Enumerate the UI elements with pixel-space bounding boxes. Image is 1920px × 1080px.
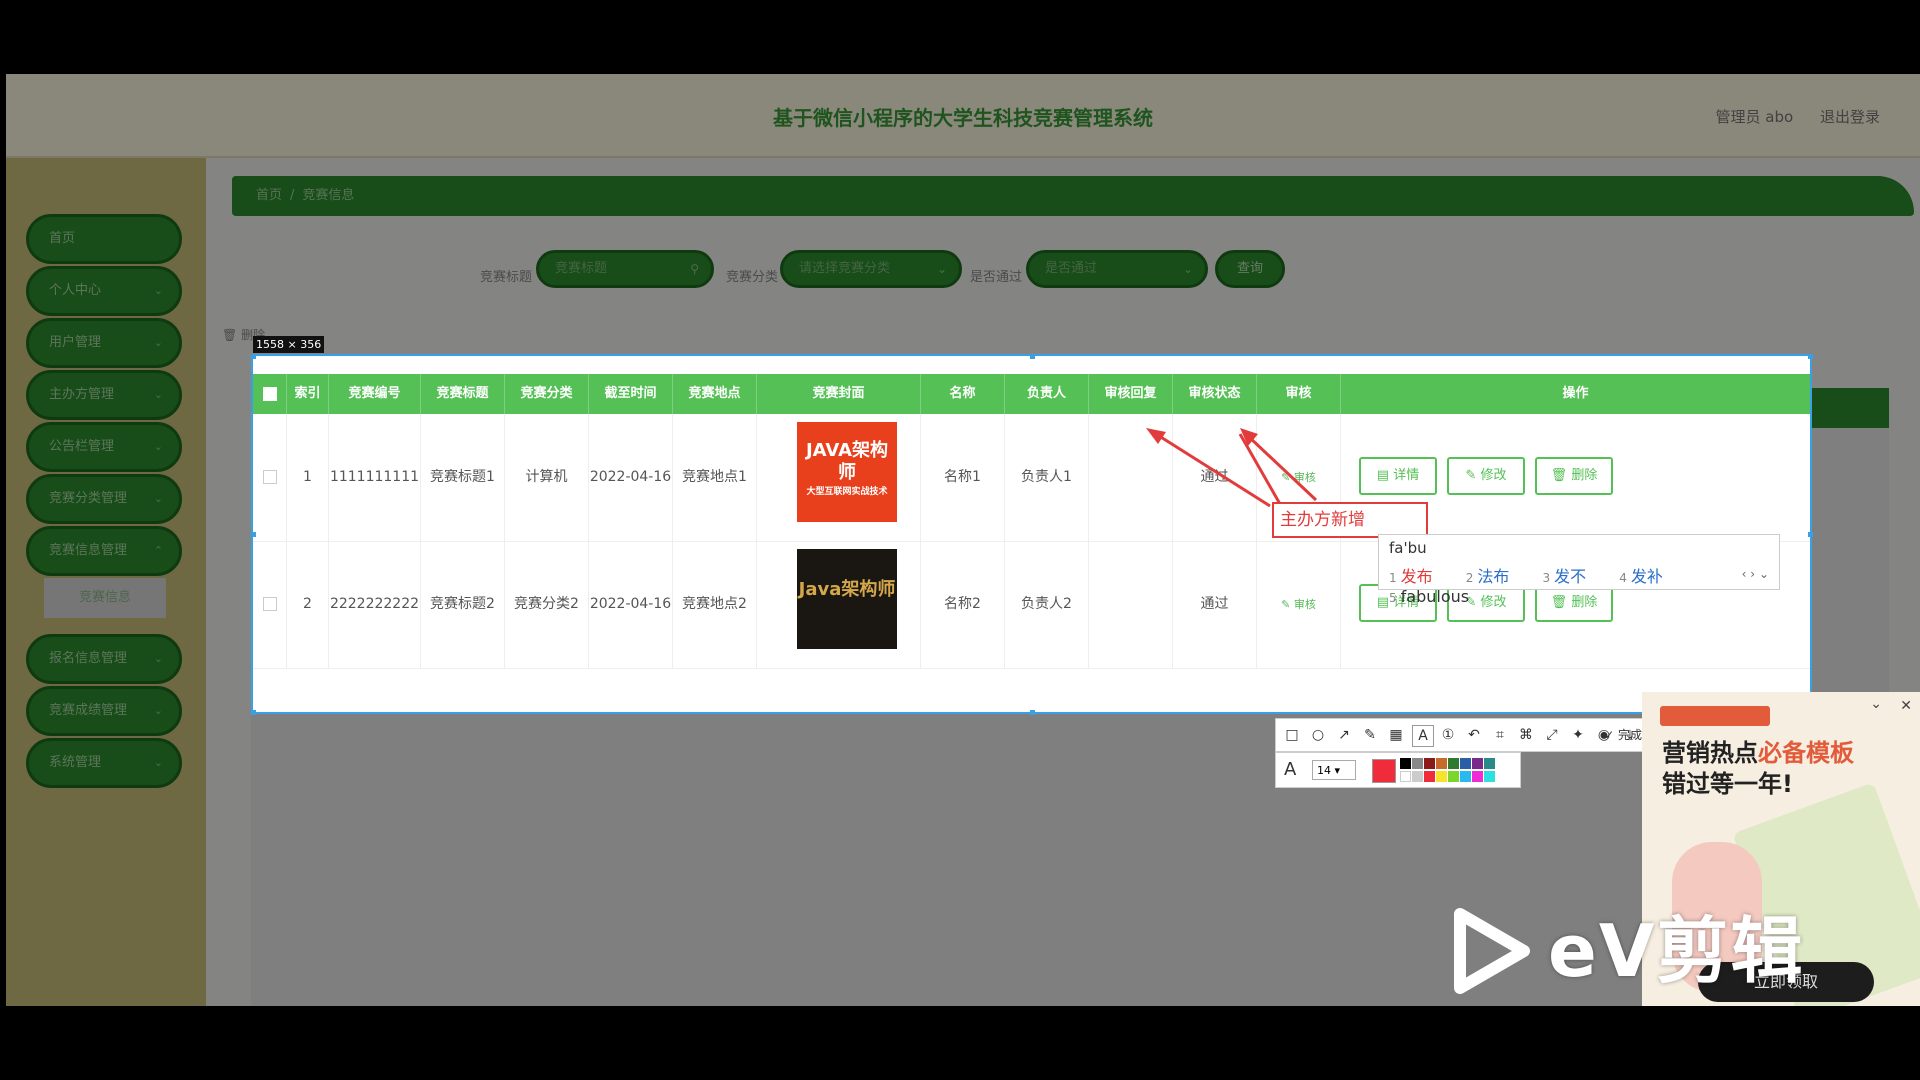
ad-badge: [1660, 706, 1770, 726]
color-swatch[interactable]: [1412, 771, 1423, 782]
ime-candidate[interactable]: 3 发不: [1543, 567, 1601, 586]
edit-icon: ✎: [1281, 598, 1294, 611]
text-style-toolbar: A 14 ▾: [1275, 752, 1521, 788]
ime-candidate[interactable]: 2 法布: [1466, 567, 1524, 586]
document-icon: ▤: [1376, 468, 1394, 483]
color-swatch[interactable]: [1436, 771, 1447, 782]
annotation-text-box[interactable]: 主办方新增: [1272, 502, 1428, 538]
col-cover: 竞赛封面: [757, 374, 921, 414]
cover-image: JAVA架构师 大型互联网实战技术: [797, 422, 897, 522]
screenshot-toolbar: □ ○ ↗ ✎ ▦ A ① ↶ ⌗ ⌘ ⤢ ✦ ◉ ⤓ ▯ ⚑ ✕ ✓ 完成: [1275, 718, 1714, 752]
col-deadline: 截至时间: [589, 374, 673, 414]
cover-cell: JAVA架构师 大型互联网实战技术: [757, 414, 921, 541]
ime-candidates: 1 发布 2 法布 3 发不 4 发补 5 fabulous: [1389, 563, 1779, 606]
chevron-right-icon[interactable]: ›: [1750, 567, 1755, 581]
annotation-arrow: [1240, 428, 1318, 502]
chevron-down-icon[interactable]: ⌄: [1870, 696, 1882, 712]
ime-candidate[interactable]: 4 发补: [1619, 567, 1677, 586]
color-swatch[interactable]: [1460, 771, 1471, 782]
col-title: 竞赛标题: [421, 374, 505, 414]
table-row: 1 1111111111 竞赛标题1 计算机 2022-04-16 竞赛地点1 …: [253, 414, 1810, 542]
ocr-icon[interactable]: ⌗: [1490, 725, 1510, 745]
col-status: 审核状态: [1173, 374, 1257, 414]
color-swatch[interactable]: [1472, 771, 1483, 782]
mosaic-tool-icon[interactable]: ▦: [1386, 725, 1406, 745]
color-swatch[interactable]: [1484, 771, 1495, 782]
cover-image: Java架构师: [797, 549, 897, 649]
detail-button[interactable]: ▤ 详情: [1359, 457, 1437, 495]
color-swatch[interactable]: [1472, 758, 1483, 769]
color-swatch[interactable]: [1436, 758, 1447, 769]
long-capture-icon[interactable]: ⤢: [1542, 725, 1562, 745]
color-swatch[interactable]: [1400, 771, 1411, 782]
pin-icon[interactable]: ✦: [1568, 725, 1588, 745]
row-checkbox[interactable]: [253, 414, 287, 541]
table-header: 索引 竞赛编号 竞赛标题 竞赛分类 截至时间 竞赛地点 竞赛封面 名称 负责人 …: [253, 374, 1810, 414]
resize-handle[interactable]: [1808, 354, 1813, 359]
ime-composition: fa'bu: [1389, 539, 1427, 557]
resize-handle[interactable]: [251, 710, 256, 715]
number-tool-icon[interactable]: ①: [1438, 725, 1458, 745]
trash-icon: 🗑: [1550, 468, 1572, 483]
arrow-tool-icon[interactable]: ↗: [1334, 725, 1354, 745]
color-swatch[interactable]: [1424, 771, 1435, 782]
audit-link[interactable]: ✎ 审核: [1257, 541, 1341, 668]
chevron-down-icon[interactable]: ⌄: [1759, 567, 1769, 581]
select-all-checkbox[interactable]: [253, 374, 287, 414]
color-swatch[interactable]: [1412, 758, 1423, 769]
edit-button[interactable]: ✎ 修改: [1447, 457, 1525, 495]
color-swatch[interactable]: [1448, 758, 1459, 769]
col-category: 竞赛分类: [505, 374, 589, 414]
resize-handle[interactable]: [251, 354, 256, 359]
chevron-left-icon[interactable]: ‹: [1742, 567, 1747, 581]
pencil-icon: ✎: [1465, 468, 1481, 483]
col-code: 竞赛编号: [329, 374, 421, 414]
ime-candidate[interactable]: 1 发布: [1389, 567, 1447, 586]
color-swatch[interactable]: [1448, 771, 1459, 782]
col-index: 索引: [287, 374, 329, 414]
col-owner: 负责人: [1005, 374, 1089, 414]
color-swatch[interactable]: [1460, 758, 1471, 769]
resize-handle[interactable]: [1030, 710, 1035, 715]
resize-handle[interactable]: [1030, 354, 1035, 359]
pen-tool-icon[interactable]: ✎: [1360, 725, 1380, 745]
translate-icon[interactable]: ⌘: [1516, 725, 1536, 745]
row-checkbox[interactable]: [253, 541, 287, 668]
ev-logo-icon: [1454, 908, 1530, 994]
cover-cell: Java架构师: [757, 541, 921, 668]
color-swatch[interactable]: [1424, 758, 1435, 769]
col-actions: 操作: [1562, 386, 1589, 401]
resize-handle[interactable]: [251, 532, 256, 537]
col-reply: 审核回复: [1089, 374, 1173, 414]
color-swatch[interactable]: [1400, 758, 1411, 769]
text-tool-icon[interactable]: A: [1412, 725, 1434, 747]
color-swatch[interactable]: [1484, 758, 1495, 769]
undo-icon[interactable]: ↶: [1464, 725, 1484, 745]
rectangle-tool-icon[interactable]: □: [1282, 725, 1302, 745]
ime-candidate[interactable]: 5 fabulous: [1389, 587, 1483, 606]
check-icon: ✓: [1604, 728, 1618, 742]
font-icon: A: [1284, 759, 1297, 780]
col-audit: 审核: [1257, 374, 1341, 414]
resize-handle[interactable]: [1808, 532, 1813, 537]
selection-size-badge: 1558 × 356: [253, 336, 325, 353]
col-place: 竞赛地点: [673, 374, 757, 414]
font-size-select[interactable]: 14 ▾: [1312, 760, 1356, 780]
col-name: 名称: [921, 374, 1005, 414]
ad-title: 营销热点必备模板 错过等一年!: [1662, 739, 1854, 799]
close-icon[interactable]: ✕: [1900, 698, 1912, 714]
current-color-swatch[interactable]: [1372, 759, 1396, 783]
ev-watermark: eV剪辑: [1548, 909, 1805, 993]
delete-button[interactable]: 🗑 删除: [1535, 457, 1613, 495]
ellipse-tool-icon[interactable]: ○: [1308, 725, 1328, 745]
ime-candidate-window[interactable]: fa'bu 1 发布 2 法布 3 发不 4 发补 5 fabulous ‹ › ⌄: [1378, 534, 1780, 606]
ime-page-nav[interactable]: ‹ › ⌄: [1742, 567, 1769, 581]
done-button[interactable]: ✓ 完成: [1604, 725, 1642, 745]
